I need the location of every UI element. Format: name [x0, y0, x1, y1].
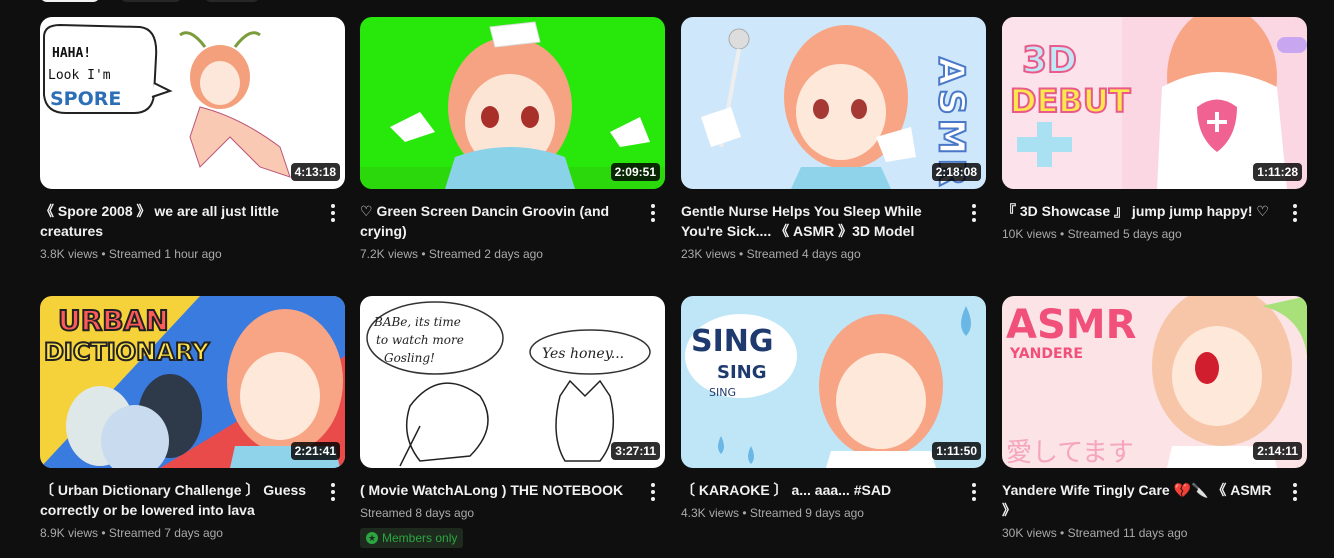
video-metadata: Streamed 8 days ago: [360, 506, 475, 520]
more-actions-icon[interactable]: [962, 480, 986, 504]
video-thumbnail[interactable]: SING SING SING 1:11:50: [681, 296, 986, 468]
video-thumbnail[interactable]: URBAN DICTIONARY 2:21:41: [40, 296, 345, 468]
video-title[interactable]: 《 Spore 2008 》 we are all just little cr…: [40, 201, 315, 241]
members-star-icon: ★: [366, 532, 378, 544]
video-metadata: 10K views • Streamed 5 days ago: [1002, 227, 1182, 241]
video-metadata: 8.9K views • Streamed 7 days ago: [40, 526, 223, 540]
more-actions-icon[interactable]: [321, 201, 345, 225]
video-card[interactable]: ASMR YANDERE 愛してます 2:14:11 Yandere Wife …: [1002, 296, 1307, 542]
thumb-text: SING: [717, 362, 767, 383]
more-actions-icon[interactable]: [1283, 480, 1307, 504]
video-title[interactable]: 〔 Urban Dictionary Challenge 〕 Guess cor…: [40, 480, 315, 520]
video-card[interactable]: ASMR 2:18:08 Gentle Nurse Helps You Slee…: [681, 17, 986, 263]
more-actions-icon[interactable]: [1283, 201, 1307, 225]
video-metadata: 7.2K views • Streamed 2 days ago: [360, 247, 543, 261]
members-only-badge: ★ Members only: [360, 528, 464, 548]
more-actions-icon[interactable]: [641, 480, 665, 504]
video-title[interactable]: 〔 KARAOKE 〕 a... aaa... #SAD: [681, 480, 956, 500]
video-duration: 1:11:28: [1253, 163, 1302, 181]
video-metadata: 3.8K views • Streamed 1 hour ago: [40, 247, 222, 261]
thumb-text: SING: [709, 386, 736, 399]
video-metadata: 23K views • Streamed 4 days ago: [681, 247, 861, 261]
thumb-text: YANDERE: [1009, 346, 1083, 362]
thumb-text: Yes honey...: [542, 346, 624, 362]
video-thumbnail[interactable]: BABe, its time to watch more Gosling! Ye…: [360, 296, 665, 468]
filter-chip[interactable]: [120, 0, 182, 2]
thumb-text: DICTIONARY: [44, 338, 210, 366]
thumb-text: URBAN: [58, 304, 169, 337]
video-duration: 1:11:50: [932, 442, 981, 460]
video-title[interactable]: Yandere Wife Tingly Care 💔🔪 《 ASMR 》: [1002, 480, 1277, 520]
thumb-text: DEBUT: [1010, 82, 1131, 120]
video-title[interactable]: ( Movie WatchALong ) THE NOTEBOOK: [360, 480, 635, 500]
video-thumbnail[interactable]: ASMR 2:18:08: [681, 17, 986, 189]
more-actions-icon[interactable]: [321, 480, 345, 504]
thumb-text: SPORE: [50, 88, 121, 110]
video-card[interactable]: HAHA! Look I'm SPORE 4:13:18 《 Spore 200…: [40, 17, 345, 263]
thumb-text: SING: [691, 324, 774, 359]
video-card[interactable]: 3D DEBUT 1:11:28 『 3D Showcase 』 jump ju…: [1002, 17, 1307, 243]
thumb-text: to watch more: [376, 333, 464, 347]
video-duration: 2:18:08: [931, 163, 981, 181]
video-metadata: 30K views • Streamed 11 days ago: [1002, 526, 1188, 540]
filter-chip[interactable]: [204, 0, 260, 2]
video-thumbnail[interactable]: ASMR YANDERE 愛してます 2:14:11: [1002, 296, 1307, 468]
video-card[interactable]: SING SING SING 1:11:50 〔 KARAOKE 〕 a... …: [681, 296, 986, 522]
video-thumbnail[interactable]: HAHA! Look I'm SPORE 4:13:18: [40, 17, 345, 189]
video-thumbnail[interactable]: 2:09:51: [360, 17, 665, 189]
video-duration: 2:14:11: [1253, 442, 1302, 460]
video-title[interactable]: ♡ Green Screen Dancin Groovin (and cryin…: [360, 201, 635, 241]
thumb-text: ASMR: [1006, 302, 1136, 348]
video-duration: 4:13:18: [290, 163, 340, 181]
thumb-text: BABe, its time: [373, 315, 461, 329]
more-actions-icon[interactable]: [962, 201, 986, 225]
video-duration: 2:09:51: [610, 163, 660, 181]
thumb-text: Gosling!: [384, 351, 435, 365]
video-card[interactable]: 2:09:51 ♡ Green Screen Dancin Groovin (a…: [360, 17, 665, 263]
video-thumbnail[interactable]: 3D DEBUT 1:11:28: [1002, 17, 1307, 189]
thumb-text: 愛してます: [1006, 438, 1134, 468]
video-title[interactable]: Gentle Nurse Helps You Sleep While You'r…: [681, 201, 956, 241]
thumb-text: 3D: [1022, 40, 1077, 81]
thumb-text: HAHA!: [52, 46, 91, 61]
video-title[interactable]: 『 3D Showcase 』 jump jump happy! ♡: [1002, 201, 1277, 221]
filter-chip-active[interactable]: [40, 0, 100, 2]
video-metadata: 4.3K views • Streamed 9 days ago: [681, 506, 864, 520]
video-duration: 2:21:41: [290, 442, 340, 460]
more-actions-icon[interactable]: [641, 201, 665, 225]
video-duration: 3:27:11: [611, 442, 660, 460]
video-card[interactable]: URBAN DICTIONARY 2:21:41 〔 Urban Diction…: [40, 296, 345, 542]
thumb-text: Look I'm: [48, 68, 111, 83]
video-card[interactable]: BABe, its time to watch more Gosling! Ye…: [360, 296, 665, 548]
